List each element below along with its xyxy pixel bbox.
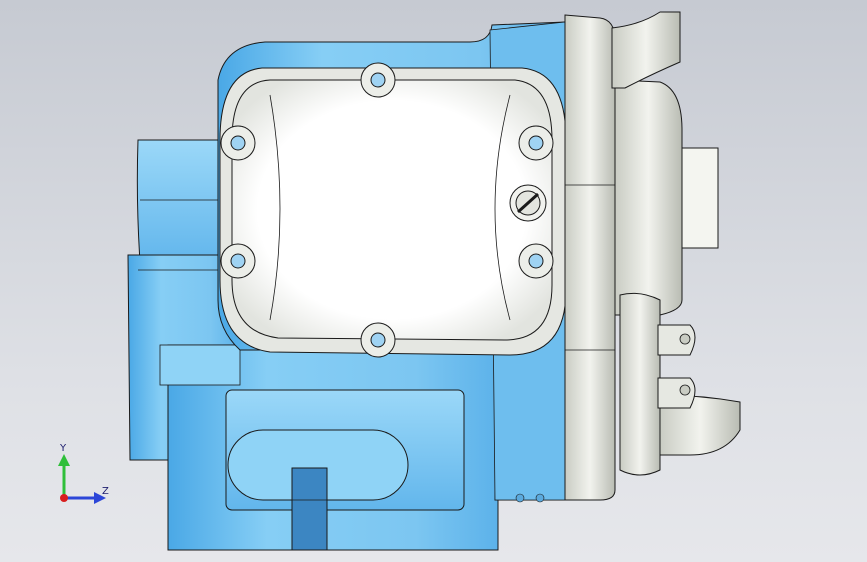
bolt-hole[interactable] [360, 62, 396, 98]
part-model[interactable] [0, 0, 867, 562]
graphics-viewport[interactable]: Y Z [0, 0, 867, 562]
slotted-screw[interactable] [509, 184, 547, 222]
end-flange [564, 11, 741, 501]
axis-triad: Y Z [52, 440, 112, 510]
bolt-hole[interactable] [220, 125, 256, 161]
y-axis-label: Y [60, 443, 67, 454]
base-block [159, 344, 499, 551]
z-axis-label: Z [102, 486, 109, 497]
bolt-hole[interactable] [518, 125, 554, 161]
bolt-hole[interactable] [518, 243, 554, 279]
bolt-hole[interactable] [360, 322, 396, 358]
x-axis-dot [60, 494, 68, 502]
bolt-hole[interactable] [220, 243, 256, 279]
